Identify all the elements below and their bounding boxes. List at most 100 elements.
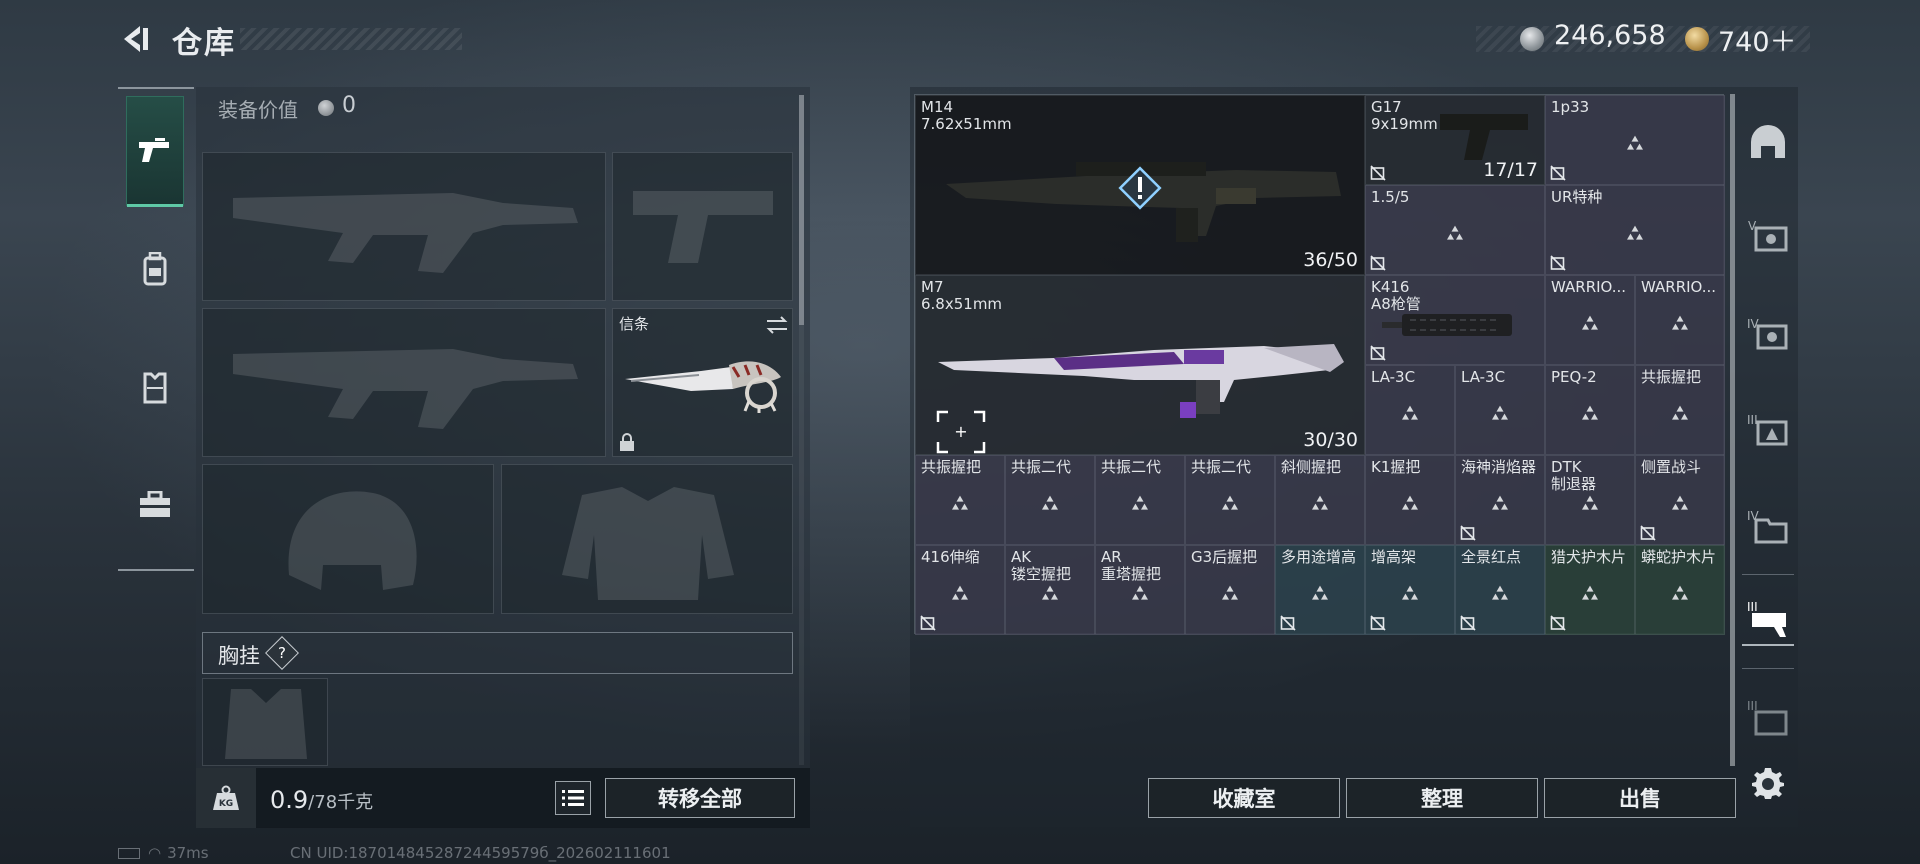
attachment-icon [1402, 495, 1418, 510]
stash-item-la3c-2[interactable]: LA-3C [1455, 365, 1545, 455]
stash-item-1p33[interactable]: 1p33 [1545, 95, 1725, 185]
stash-item-panoramic-red-dot[interactable]: 全景红点 [1455, 545, 1545, 635]
item-name: M14 [921, 98, 954, 116]
lock-icon [620, 433, 634, 451]
list-view-button[interactable] [555, 781, 591, 815]
pistol-silhouette-icon [633, 191, 773, 263]
silver-coin-icon [318, 100, 334, 116]
attachment-icon [1312, 495, 1328, 510]
attachment-icon [1132, 585, 1148, 600]
stash-tab-tier4-case[interactable]: IV [1742, 308, 1794, 360]
stash-item-side-combat[interactable]: 侧置战斗 [1635, 455, 1725, 545]
stash-item-resonance-grip-2[interactable]: 共振握把 [915, 455, 1005, 545]
stash-item-peq2[interactable]: PEQ-2 [1545, 365, 1635, 455]
stash-item-scope-1-5x[interactable]: 1.5/5 [1365, 185, 1545, 275]
stash-item-resonance-v2-2[interactable]: 共振二代 [1095, 455, 1185, 545]
stash-tab-tier3-weapon-case[interactable]: III [1742, 594, 1794, 646]
ammo-count: 30/30 [1303, 429, 1358, 451]
sell-button[interactable]: 出售 [1544, 778, 1736, 818]
stash-item-g3-rear-grip[interactable]: G3后握把 [1185, 545, 1275, 635]
stash-item-multipurpose-riser[interactable]: 多用途增高 [1275, 545, 1365, 635]
item-name: 1p33 [1551, 98, 1590, 116]
stash-item-ar-tower-grip[interactable]: AR 重塔握把 [1095, 545, 1185, 635]
stash-tab-helmet[interactable] [1742, 116, 1794, 168]
category-vest[interactable] [126, 332, 184, 442]
stash-item-riser-mount[interactable]: 增高架 [1365, 545, 1455, 635]
tier4-case-icon: IV [1747, 317, 1788, 350]
stash-item-m7[interactable]: M7 6.8x51mm + 30/30 [915, 275, 1365, 455]
attachment-icon [1672, 495, 1688, 510]
gold-balance[interactable]: 740＋ [1718, 20, 1797, 59]
secondary-weapon-slot[interactable] [202, 308, 606, 457]
transfer-all-button[interactable]: 转移全部 [605, 778, 795, 818]
equipment-scrollbar[interactable] [799, 95, 804, 325]
stash-item-resonance-grip-1[interactable]: 共振握把 [1635, 365, 1725, 455]
attachment-icon [1492, 405, 1508, 420]
carry-weight: 0.9/78千克 [270, 786, 373, 814]
stash-item-warrior-2[interactable]: WARRIO... [1635, 275, 1725, 365]
stash-item-resonance-v2-3[interactable]: 共振二代 [1185, 455, 1275, 545]
add-attachment-icon[interactable]: + [936, 410, 986, 454]
stash-tab-tier4-box[interactable]: IV [1742, 500, 1794, 552]
no-transfer-icon [1370, 255, 1386, 271]
melee-slot[interactable]: 信条 [612, 308, 793, 457]
settings-button[interactable] [1742, 756, 1794, 808]
category-weapons[interactable] [126, 96, 184, 207]
no-transfer-icon [1460, 525, 1476, 541]
stash-item-angled-grip[interactable]: 斜侧握把 [1275, 455, 1365, 545]
no-transfer-icon [1640, 525, 1656, 541]
stash-item-m14[interactable]: M14 7.62x51mm 36/50 [915, 95, 1365, 275]
stash-item-warrior-1[interactable]: WARRIO... [1545, 275, 1635, 365]
collection-room-button[interactable]: 收藏室 [1148, 778, 1340, 818]
attachment-icon [1582, 315, 1598, 330]
tier4-box-icon: IV [1747, 509, 1788, 544]
tier3-weapon-case-icon: III [1747, 600, 1786, 637]
no-transfer-icon [1370, 345, 1386, 361]
swap-icon[interactable] [765, 315, 789, 335]
stash-tab-tier3-case[interactable]: III [1742, 404, 1794, 456]
item-name: G17 [1371, 98, 1402, 116]
stash-item-hound-handguard[interactable]: 猎犬护木片 [1545, 545, 1635, 635]
stash-item-ak-hollow-grip[interactable]: AK 镂空握把 [1005, 545, 1095, 635]
armor-slot[interactable] [501, 464, 793, 614]
stash-item-la3c-1[interactable]: LA-3C [1365, 365, 1455, 455]
stash-item-416-stock[interactable]: 416伸缩 [915, 545, 1005, 635]
item-name: 共振握把 [1641, 368, 1702, 386]
silver-coin-icon [1520, 27, 1544, 51]
svg-text:III: III [1747, 413, 1758, 427]
item-name: 全景红点 [1461, 548, 1522, 566]
category-backpack[interactable] [126, 214, 184, 324]
stash-item-poseidon-flash-hider[interactable]: 海神消焰器 [1455, 455, 1545, 545]
battery-icon [118, 848, 140, 859]
item-name: 共振二代 [1191, 458, 1252, 476]
stash-item-ur-special[interactable]: UR特种 [1545, 185, 1725, 275]
item-name: 斜侧握把 [1281, 458, 1342, 476]
stash-item-k416-barrel[interactable]: K416 A8枪管 [1365, 275, 1545, 365]
stash-item-g17[interactable]: G17 9x19mm 17/17 [1365, 95, 1545, 185]
item-name: LA-3C [1371, 368, 1416, 386]
helmet-slot[interactable] [202, 464, 494, 614]
stash-tab-tier5-case[interactable]: V [1742, 210, 1794, 262]
stash-tab-tier3-box[interactable]: III [1742, 692, 1794, 744]
stash-scrollbar[interactable] [1730, 94, 1735, 766]
stash-item-python-handguard[interactable]: 蟒蛇护木片 [1635, 545, 1725, 635]
armor-silhouette-icon [562, 487, 734, 600]
primary-weapon-slot[interactable] [202, 152, 606, 301]
help-icon: ? [278, 644, 286, 662]
attachment-icon [1582, 405, 1598, 420]
pistol-slot[interactable] [612, 152, 793, 301]
stash-item-resonance-v2-1[interactable]: 共振二代 [1005, 455, 1095, 545]
category-toolbox[interactable] [126, 450, 184, 560]
back-arrow-icon[interactable] [118, 22, 152, 56]
silver-balance: 246,658 [1554, 20, 1666, 51]
sort-button[interactable]: 整理 [1346, 778, 1538, 818]
item-name: PEQ-2 [1551, 368, 1597, 386]
stash-item-dtk-brake[interactable]: DTK 制退器 [1545, 455, 1635, 545]
melee-name: 信条 [619, 315, 650, 333]
attachment-icon [1312, 585, 1328, 600]
chest-rig-slot[interactable] [202, 678, 328, 766]
carry-weight-max: /78千克 [308, 792, 374, 813]
no-transfer-icon [1550, 615, 1566, 631]
stash-item-k1-grip[interactable]: K1握把 [1365, 455, 1455, 545]
item-name: 多用途增高 [1281, 548, 1357, 566]
